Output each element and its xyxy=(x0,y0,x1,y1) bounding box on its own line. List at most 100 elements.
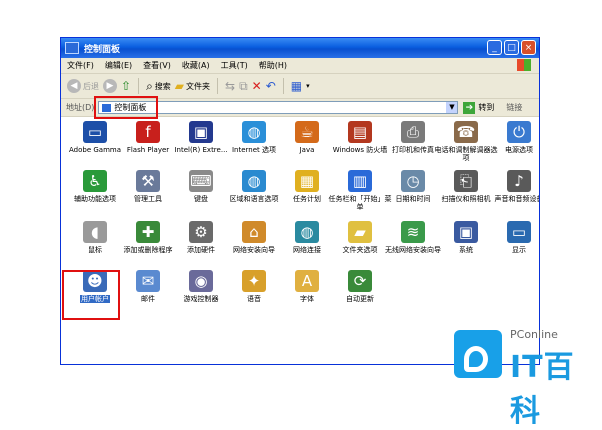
control-panel-item[interactable]: ♪ 声音和音频设备 xyxy=(485,170,540,203)
network-setup-icon: ⌂ xyxy=(242,221,266,243)
item-label: 键盘 xyxy=(194,195,208,203)
add-remove-programs-icon: ✚ xyxy=(136,221,160,243)
copy-to-icon[interactable]: ⧉ xyxy=(239,79,248,93)
search-icon: ⌕ xyxy=(146,79,153,93)
search-button[interactable]: ⌕ 搜索 xyxy=(146,79,171,93)
title-bar[interactable]: 控制面板 _ □ × xyxy=(61,38,539,58)
wireless-icon: ≋ xyxy=(401,221,425,243)
up-button[interactable]: ⇧ xyxy=(121,79,131,93)
region-globe-icon: ◍ xyxy=(242,170,266,192)
control-panel-item[interactable]: ▭ 显示 xyxy=(485,221,539,254)
item-label: 网络连接 xyxy=(293,246,321,254)
links-button[interactable]: 链接 xyxy=(506,102,522,113)
menu-bar: 文件(F) 编辑(E) 查看(V) 收藏(A) 工具(T) 帮助(H) xyxy=(61,58,539,74)
menu-help[interactable]: 帮助(H) xyxy=(259,60,287,71)
control-panel-item[interactable]: ⏻ 电源选项 xyxy=(485,121,539,154)
item-label: 邮件 xyxy=(141,295,155,303)
folders-button[interactable]: ▰ 文件夹 xyxy=(175,79,210,93)
item-label: 扫描仪和照相机 xyxy=(441,195,491,203)
back-arrow-icon: ◀ xyxy=(67,79,81,93)
pconline-logo-icon xyxy=(454,330,502,378)
intel-graphics-icon: ▣ xyxy=(189,121,213,143)
phone-icon: ☎ xyxy=(454,121,478,143)
mail-icon: ✉ xyxy=(136,270,160,292)
admin-tools-icon: ⚒ xyxy=(136,170,160,192)
item-label: 语音 xyxy=(247,295,261,303)
item-label: 日期和时间 xyxy=(395,195,431,203)
display-icon: ▭ xyxy=(507,221,531,243)
item-label: 声音和音频设备 xyxy=(494,195,540,203)
back-label: 后退 xyxy=(83,81,99,91)
folder-icon: ▰ xyxy=(174,79,185,93)
control-panel-item[interactable]: ⟳ 自动更新 xyxy=(326,270,394,303)
back-button[interactable]: ◀ 后退 xyxy=(67,79,99,93)
item-label: 网络安装向导 xyxy=(233,246,275,254)
globe-icon: ◍ xyxy=(242,121,266,143)
speech-icon: ✦ xyxy=(242,270,266,292)
network-connections-icon: ◍ xyxy=(295,221,319,243)
scheduled-tasks-icon: ▦ xyxy=(295,170,319,192)
pconline-watermark: PConline IT百科 xyxy=(452,322,602,429)
item-label: Java xyxy=(299,146,315,154)
taskbar-icon: ▥ xyxy=(348,170,372,192)
views-icon[interactable]: ▦ xyxy=(291,79,302,93)
menu-tools[interactable]: 工具(T) xyxy=(221,60,248,71)
maximize-button[interactable]: □ xyxy=(504,40,519,55)
forward-arrow-icon: ▶ xyxy=(103,79,117,93)
close-button[interactable]: × xyxy=(521,40,536,55)
search-label: 搜索 xyxy=(154,81,171,91)
mouse-icon: ◖ xyxy=(83,221,107,243)
accessibility-icon: ♿ xyxy=(83,170,107,192)
delete-icon[interactable]: ✕ xyxy=(252,79,262,93)
move-to-icon[interactable]: ⇆ xyxy=(225,79,235,93)
address-dropdown-icon[interactable]: ▼ xyxy=(446,102,458,113)
item-label: 文件夹选项 xyxy=(342,246,378,254)
printer-icon: ⎙ xyxy=(401,121,425,143)
item-label: Internet 选项 xyxy=(231,146,277,154)
system-icon: ▣ xyxy=(454,221,478,243)
user-accounts-highlight-box xyxy=(62,270,120,320)
menu-favorites[interactable]: 收藏(A) xyxy=(182,60,210,71)
game-controller-icon: ◉ xyxy=(189,270,213,292)
control-panel-icon xyxy=(65,42,79,54)
address-highlight-box xyxy=(94,96,158,119)
toolbar-separator xyxy=(282,78,284,94)
power-icon: ⏻ xyxy=(507,121,531,143)
item-label: 字体 xyxy=(300,295,314,303)
item-label: 辅助功能选项 xyxy=(74,195,116,203)
watermark-text: IT百科 xyxy=(510,350,575,429)
item-label: 系统 xyxy=(459,246,473,254)
address-label: 地址(D) xyxy=(66,103,95,112)
item-label: 游戏控制器 xyxy=(183,295,219,303)
java-icon: ☕ xyxy=(295,121,319,143)
toolbar-separator xyxy=(138,78,140,94)
item-label: 自动更新 xyxy=(346,295,374,303)
control-panel-window: 控制面板 _ □ × 文件(F) 编辑(E) 查看(V) 收藏(A) 工具(T)… xyxy=(60,37,540,365)
windows-logo-icon xyxy=(517,59,531,71)
item-label: 鼠标 xyxy=(88,246,102,254)
views-dropdown-icon[interactable]: ▾ xyxy=(306,82,310,90)
go-button[interactable]: 转到 xyxy=(478,102,494,113)
folder-options-icon: ▰ xyxy=(348,221,372,243)
go-arrow-icon[interactable]: ➔ xyxy=(463,101,476,114)
menu-view[interactable]: 查看(V) xyxy=(143,60,171,71)
forward-button[interactable]: ▶ xyxy=(103,79,117,93)
menu-edit[interactable]: 编辑(E) xyxy=(105,60,132,71)
add-hardware-icon: ⚙ xyxy=(189,221,213,243)
item-label: 添加或删除程序 xyxy=(123,246,173,254)
watermark-brand: PConline xyxy=(510,328,558,341)
up-folder-icon: ⇧ xyxy=(121,79,132,93)
item-label: 电源选项 xyxy=(505,146,533,154)
fonts-icon: A xyxy=(295,270,319,292)
undo-icon[interactable]: ↶ xyxy=(266,79,276,93)
item-label: 显示 xyxy=(512,246,526,254)
item-label: Flash Player xyxy=(126,146,170,154)
speaker-icon: ♪ xyxy=(507,170,531,192)
folders-label: 文件夹 xyxy=(186,81,211,91)
minimize-button[interactable]: _ xyxy=(487,40,502,55)
item-label: 管理工具 xyxy=(134,195,162,203)
item-label: 添加硬件 xyxy=(187,246,215,254)
clock-icon: ◷ xyxy=(401,170,425,192)
menu-file[interactable]: 文件(F) xyxy=(67,60,94,71)
item-label: 任务计划 xyxy=(293,195,321,203)
